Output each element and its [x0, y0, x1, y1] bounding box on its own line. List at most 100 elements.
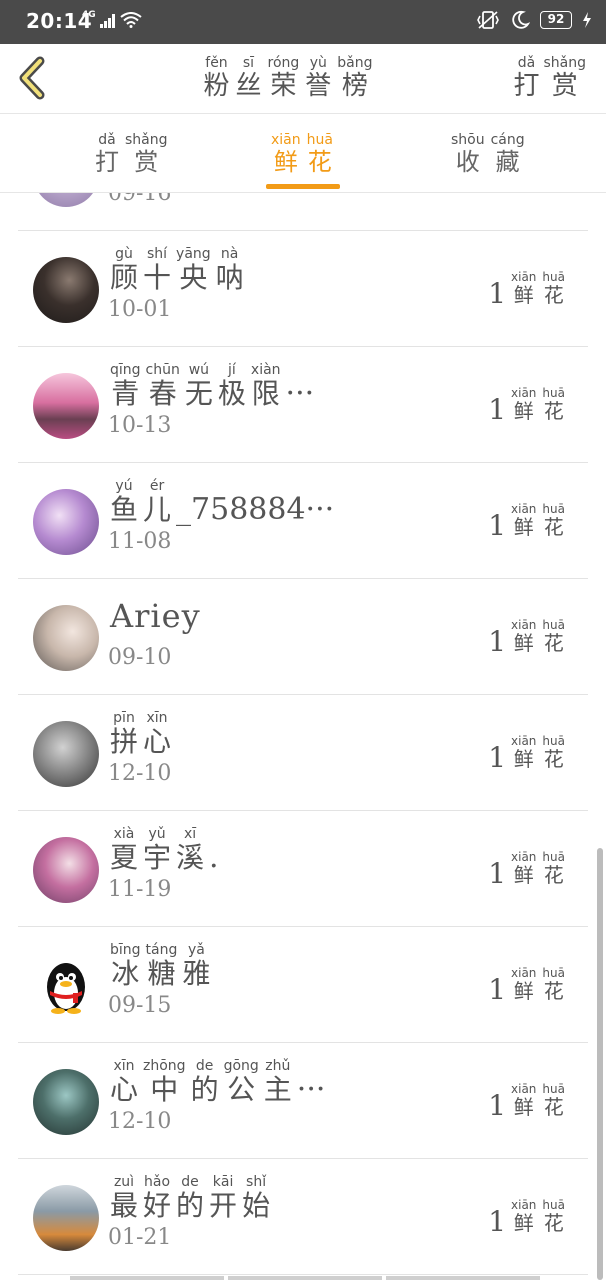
- fan-name: 拼pīn心xīn: [110, 710, 176, 760]
- list-item[interactable]: 青qīng春chūn无wú极jí限xiàn··· 10-13 1 鲜xiān 花huā: [18, 347, 588, 463]
- unit-char: 鲜xiān: [511, 850, 537, 887]
- reward-button[interactable]: 打dǎ 赏shǎng: [511, 55, 588, 102]
- name-char: 春chūn: [145, 362, 180, 410]
- name-char: 冰bīng: [110, 942, 141, 990]
- network-icons: 4G: [82, 10, 142, 28]
- unit-char: 花huā: [542, 386, 565, 423]
- name-char: 十shí: [143, 246, 172, 294]
- name-char: 心xīn: [110, 1058, 139, 1106]
- wifi-icon: [120, 12, 142, 28]
- date-label: 11-08: [108, 529, 172, 554]
- avatar[interactable]: [33, 953, 99, 1019]
- date-label: 09-15: [108, 993, 172, 1018]
- title-char: 荣róng: [267, 55, 300, 101]
- flower-count: 1 鲜xiān 花huā: [488, 1082, 565, 1122]
- avatar[interactable]: [33, 193, 99, 207]
- tab-label-char: 打dǎ: [95, 132, 119, 176]
- list-item[interactable]: 冰bīng糖táng雅yǎ 09-15 1 鲜xiān 花huā: [18, 927, 588, 1043]
- name-char: 的de: [190, 1058, 219, 1106]
- date-label: 09-10: [108, 645, 172, 670]
- name-suffix: .: [209, 840, 219, 875]
- unit-char: 花huā: [542, 966, 565, 1003]
- flower-count: 1 鲜xiān 花huā: [488, 1198, 565, 1238]
- unit-char: 花huā: [542, 1198, 565, 1235]
- fan-name: 心xīn中zhōng的de公gōng主zhǔ···: [110, 1058, 325, 1108]
- status-bar: 20:14 4G 92: [0, 0, 606, 44]
- unit-char: 鲜xiān: [511, 502, 537, 539]
- tab-favorites[interactable]: 收shōu 藏cáng: [448, 132, 528, 177]
- list-item[interactable]: 心xīn中zhōng的de公gōng主zhǔ··· 12-10 1 鲜xiān 花huā: [18, 1043, 588, 1159]
- flower-count: 1 鲜xiān 花huā: [488, 270, 565, 310]
- date-label: 01-21: [108, 1225, 172, 1250]
- avatar[interactable]: [33, 605, 99, 671]
- list-item[interactable]: 顾gù十shí央yāng呐nà 10-01 1 鲜xiān 花huā: [18, 231, 588, 347]
- avatar[interactable]: [33, 1185, 99, 1251]
- signal-icon: [99, 14, 115, 28]
- unit-char: 鲜xiān: [511, 618, 537, 655]
- date-label: 12-10: [108, 1109, 172, 1134]
- list-item[interactable]: 最zuì好hǎo的de开kāi始shǐ 01-21 1 鲜xiān 花huā: [18, 1159, 588, 1275]
- name-char: 主zhǔ: [263, 1058, 292, 1106]
- name-char: 呐nà: [215, 246, 244, 294]
- charging-icon: [583, 12, 591, 28]
- tab-underline: [266, 184, 340, 189]
- network-type: 4G: [82, 10, 96, 20]
- fan-name: Ariey: [110, 597, 201, 635]
- unit-char: 花huā: [542, 850, 565, 887]
- avatar[interactable]: [33, 721, 99, 787]
- scrollbar[interactable]: [597, 848, 603, 1280]
- flower-count: 1 鲜xiān 花huā: [488, 618, 565, 658]
- avatar[interactable]: [33, 373, 99, 439]
- date-label: 12-10: [108, 761, 172, 786]
- list-item[interactable]: Ariey 09-10 1 鲜xiān 花huā: [18, 579, 588, 695]
- vibrate-icon: [477, 11, 499, 29]
- flower-count: 1 鲜xiān 花huā: [488, 734, 565, 774]
- name-char: 宇yǔ: [143, 826, 172, 874]
- tab-bar: 打dǎ 赏shǎng 鲜xiān 花huā 收shōu 藏cáng: [0, 115, 606, 193]
- penguin-icon: [33, 953, 99, 1019]
- unit-char: 鲜xiān: [511, 1082, 537, 1119]
- flower-count: 1 鲜xiān 花huā: [488, 850, 565, 890]
- avatar[interactable]: [33, 257, 99, 323]
- tab-flowers[interactable]: 鲜xiān 花huā: [268, 132, 336, 177]
- name-char: 儿ér: [143, 478, 172, 526]
- list-item[interactable]: 09-16: [18, 193, 588, 231]
- avatar[interactable]: [33, 837, 99, 903]
- name-char: 心xīn: [143, 710, 172, 758]
- avatar[interactable]: [33, 489, 99, 555]
- back-button[interactable]: [16, 56, 52, 100]
- name-char: 顾gù: [110, 246, 139, 294]
- list-item[interactable]: 鱼yú儿ér_758884··· 11-08 1 鲜xiān 花huā: [18, 463, 588, 579]
- page-title: 粉fěn 丝sī 荣róng 誉yù 榜bǎng: [188, 55, 388, 102]
- tab-label-char: 藏cáng: [490, 132, 525, 176]
- flower-count: 1 鲜xiān 花huā: [488, 966, 565, 1006]
- bottom-divider: [70, 1276, 540, 1280]
- name-char: 中zhōng: [143, 1058, 186, 1106]
- moon-icon: [512, 10, 530, 29]
- fan-name: 夏xià宇yǔ溪xī.: [110, 826, 219, 876]
- avatar[interactable]: [33, 1069, 99, 1135]
- chevron-left-icon: [19, 56, 45, 100]
- fan-name: 鱼yú儿ér_758884···: [110, 478, 334, 528]
- tab-label-char: 花huā: [306, 132, 333, 176]
- date-label: 10-13: [108, 413, 172, 438]
- title-char: 粉fěn: [203, 55, 230, 101]
- list-item[interactable]: 拼pīn心xīn 12-10 1 鲜xiān 花huā: [18, 695, 588, 811]
- name-char: 拼pīn: [110, 710, 139, 758]
- unit-char: 鲜xiān: [511, 270, 537, 307]
- unit-char: 鲜xiān: [511, 966, 537, 1003]
- name-char: 好hǎo: [143, 1174, 172, 1222]
- reward-char: 赏shǎng: [543, 55, 586, 101]
- tab-label-char: 赏shǎng: [125, 132, 168, 176]
- fan-list[interactable]: 09-16 顾gù十shí央yāng呐nà 10-01 1 鲜xiān 花huā 青qīng…: [0, 193, 606, 1280]
- unit-char: 花huā: [542, 1082, 565, 1119]
- fan-name: 青qīng春chūn无wú极jí限xiàn···: [110, 362, 314, 412]
- name-char: 的de: [176, 1174, 205, 1222]
- name-char: 开kāi: [209, 1174, 238, 1222]
- tab-reward[interactable]: 打dǎ 赏shǎng: [92, 132, 171, 177]
- list-item[interactable]: 夏xià宇yǔ溪xī. 11-19 1 鲜xiān 花huā: [18, 811, 588, 927]
- unit-char: 鲜xiān: [511, 1198, 537, 1235]
- name-char: 溪xī: [176, 826, 205, 874]
- name-char: 青qīng: [110, 362, 141, 410]
- flower-count: 1 鲜xiān 花huā: [488, 386, 565, 426]
